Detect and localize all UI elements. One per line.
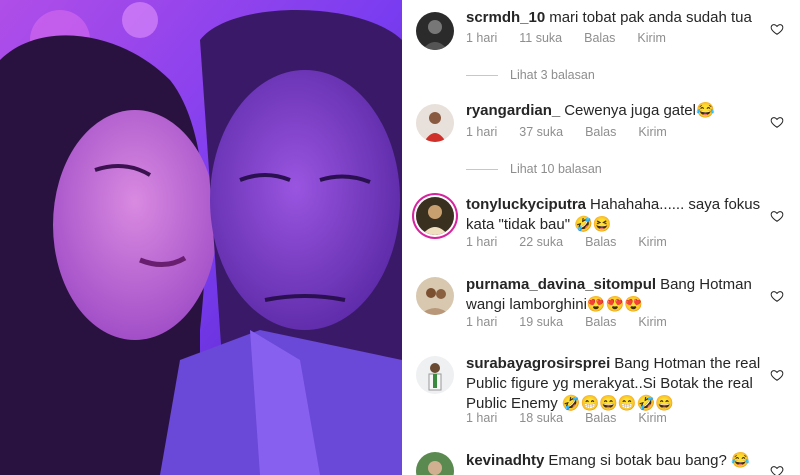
view-replies-link[interactable]: Lihat 3 balasan: [466, 68, 595, 82]
comment-text: scrmdh_10 mari tobat pak anda sudah tua: [466, 8, 766, 28]
reply-button[interactable]: Balas: [585, 315, 616, 329]
comment-meta: 1 hari 37 suka Balas Kirim: [466, 125, 689, 139]
avatar[interactable]: [416, 12, 454, 50]
avatar[interactable]: [416, 452, 454, 475]
send-button[interactable]: Kirim: [638, 125, 666, 139]
avatar[interactable]: [416, 277, 454, 315]
view-replies-link[interactable]: Lihat 10 balasan: [466, 162, 602, 176]
heart-icon[interactable]: [770, 22, 784, 36]
comment-username[interactable]: surabayagrosirsprei: [466, 355, 610, 372]
comment-username[interactable]: ryangardian_: [466, 102, 560, 119]
send-button[interactable]: Kirim: [638, 235, 666, 249]
heart-icon[interactable]: [770, 115, 784, 129]
comment-body: Cewenya juga gatel😂: [564, 102, 715, 119]
reply-button[interactable]: Balas: [585, 235, 616, 249]
comment-text: purnama_davina_sitompul Bang Hotman wangi…: [466, 275, 766, 315]
reply-button[interactable]: Balas: [585, 125, 616, 139]
comment-username[interactable]: kevinadhty: [466, 452, 544, 469]
comment-text: kevinadhty Emang si botak bau bang? 😂: [466, 451, 766, 471]
comment-time: 1 hari: [466, 315, 498, 329]
heart-icon[interactable]: [770, 368, 784, 382]
comment-meta: 1 hari 11 suka Balas Kirim: [466, 31, 688, 45]
comment-likes[interactable]: 19 suka: [519, 315, 563, 329]
avatar[interactable]: [416, 356, 454, 394]
heart-icon[interactable]: [770, 289, 784, 303]
comment-time: 1 hari: [466, 411, 498, 425]
heart-icon[interactable]: [770, 209, 784, 223]
view-replies-label: Lihat 10 balasan: [510, 162, 602, 176]
send-button[interactable]: Kirim: [638, 411, 666, 425]
comment-meta: 1 hari 19 suka Balas Kirim: [466, 315, 689, 329]
comment-likes[interactable]: 37 suka: [519, 125, 563, 139]
comment-meta: 1 hari 22 suka Balas Kirim: [466, 235, 689, 249]
heart-icon[interactable]: [770, 464, 784, 475]
divider: [466, 74, 498, 76]
comment-time: 1 hari: [466, 125, 498, 139]
reply-button[interactable]: Balas: [584, 31, 615, 45]
comment-time: 1 hari: [466, 235, 498, 249]
comment-username[interactable]: scrmdh_10: [466, 9, 545, 26]
comment-likes[interactable]: 11 suka: [519, 31, 562, 45]
post-photo: [0, 0, 402, 475]
comment-body: Emang si botak bau bang? 😂: [548, 452, 750, 469]
comment-username[interactable]: purnama_davina_sitompul: [466, 276, 656, 293]
comment-likes[interactable]: 22 suka: [519, 235, 563, 249]
comment-body: mari tobat pak anda sudah tua: [549, 9, 752, 26]
reply-button[interactable]: Balas: [585, 411, 616, 425]
comment-username[interactable]: tonyluckyciputra: [466, 196, 586, 213]
send-button[interactable]: Kirim: [638, 315, 666, 329]
comment-text: ryangardian_ Cewenya juga gatel😂: [466, 101, 766, 121]
view-replies-label: Lihat 3 balasan: [510, 68, 595, 82]
divider: [466, 168, 498, 170]
comment-text: tonyluckyciputra Hahahaha...... saya foku…: [466, 195, 766, 235]
avatar[interactable]: [416, 197, 454, 235]
comment-meta: 1 hari 18 suka Balas Kirim: [466, 411, 689, 425]
comment-time: 1 hari: [466, 31, 498, 45]
comments-panel[interactable]: scrmdh_10 mari tobat pak anda sudah tua 1…: [402, 0, 800, 475]
comment-text: surabayagrosirsprei Bang Hotman the real …: [466, 354, 766, 414]
send-button[interactable]: Kirim: [637, 31, 665, 45]
comment-likes[interactable]: 18 suka: [519, 411, 563, 425]
avatar[interactable]: [416, 104, 454, 142]
couple-selfie-photo: [0, 0, 402, 475]
